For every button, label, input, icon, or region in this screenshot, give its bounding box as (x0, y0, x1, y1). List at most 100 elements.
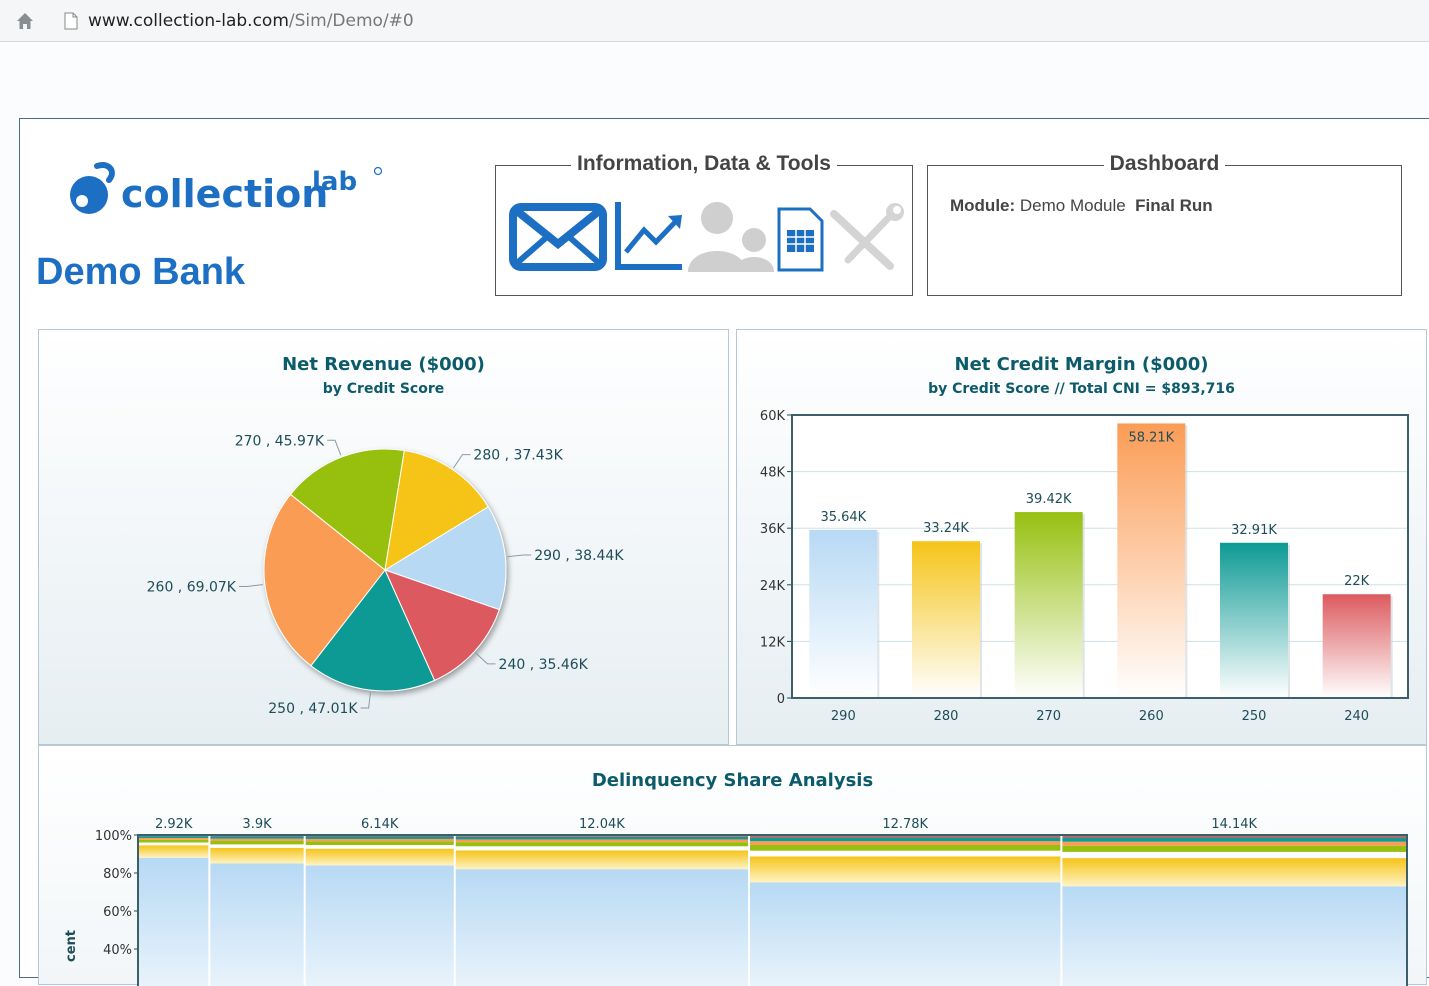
url-domain: www.collection-lab.com (88, 11, 289, 31)
module-label: Module: (950, 196, 1015, 215)
mekko-width-label: 2.92K (155, 817, 193, 832)
x-tick-label: 280 (934, 709, 959, 724)
tool-icons (496, 166, 914, 297)
flask-icon (70, 165, 112, 214)
mekko-segment (138, 858, 209, 986)
x-tick-label: 250 (1242, 709, 1267, 724)
mekko-segment (209, 864, 304, 986)
browser-address-bar: www.collection-lab.com/Sim/Demo/#0 (0, 0, 1429, 42)
pie-label-250: 250 , 47.01K (268, 701, 358, 717)
mekko-segment (455, 837, 749, 840)
x-tick-label: 290 (831, 709, 856, 724)
pie-leader-270 (327, 440, 341, 455)
mekko-segment (305, 837, 455, 839)
y-tick-label: 0 (777, 692, 785, 707)
delinquency-panel: Delinquency Share Analysis 100%80%60%40%… (38, 745, 1427, 985)
mail-icon[interactable] (513, 207, 603, 267)
run-label: Final Run (1135, 196, 1212, 215)
bank-name: Demo Bank (36, 251, 245, 294)
mekko-segment (455, 846, 749, 850)
module-info: Module: Demo Module Final Run (950, 196, 1213, 216)
bar-value-label: 32.91K (1231, 523, 1277, 538)
dashboard-panel: Dashboard Module: Demo Module Final Run (927, 165, 1402, 296)
url-text[interactable]: www.collection-lab.com/Sim/Demo/#0 (88, 11, 414, 31)
mekko-segment (1061, 842, 1407, 846)
mekko-segment (749, 883, 1061, 986)
dashboard-frame: collection lab Demo Bank Information, Da… (19, 118, 1429, 978)
tools-icon[interactable] (834, 203, 904, 266)
registered-mark (375, 168, 382, 175)
logo-text: collection (121, 172, 328, 216)
mekko-segment (305, 839, 455, 841)
chart-icon[interactable] (618, 202, 682, 267)
y-tick-label: 48K (760, 466, 786, 481)
pie-leader-260 (239, 585, 263, 587)
mekko-segment (305, 841, 455, 845)
pie-leader-290 (507, 555, 531, 557)
users-icon[interactable] (688, 202, 774, 272)
mekko-segment (138, 838, 209, 840)
logo-superscript: lab (312, 167, 357, 197)
mekko-segment (1061, 886, 1407, 986)
y-tick-label: 80% (103, 867, 132, 882)
home-icon[interactable] (16, 12, 34, 30)
module-value: Demo Module (1020, 196, 1126, 215)
mekko-segment (455, 850, 749, 869)
mekko-segment (209, 836, 304, 838)
net-credit-margin-panel: Net Credit Margin ($000) by Credit Score… (736, 329, 1427, 745)
y-tick-label: 12K (760, 635, 786, 650)
pie-label-280: 280 , 37.43K (473, 448, 563, 464)
mekko-width-label: 3.9K (242, 817, 272, 832)
mekko-segment (209, 848, 304, 864)
mekko-segment (209, 839, 304, 841)
pie-leader-280 (454, 455, 471, 468)
mekko-segment (455, 869, 749, 986)
mekko-segment (749, 841, 1061, 845)
pie-label-260: 260 , 69.07K (147, 579, 237, 595)
pie-label-290: 290 , 38.44K (534, 548, 624, 564)
y-tick-label: 60K (760, 409, 786, 424)
net-credit-margin-bar-chart: 0 12K 24K 36K 48K 60K 35.64K 290 33.24K 280 39.42K… (737, 330, 1426, 744)
collectionlab-logo[interactable]: collection lab (67, 160, 397, 220)
bar-value-label: 39.42K (1026, 492, 1072, 507)
y-tick-label: 60% (103, 905, 132, 920)
mekko-segment (305, 845, 455, 849)
bar-value-label: 35.64K (820, 510, 866, 525)
pie-leader-250 (361, 692, 371, 708)
net-revenue-panel: Net Revenue ($000) by Credit Score 290 ,… (38, 329, 729, 745)
pie-label-240: 240 , 35.46K (499, 657, 589, 673)
bar-value-label: 33.24K (923, 521, 969, 536)
bar-240 (1323, 594, 1391, 698)
bar-value-label: 58.21K (1128, 430, 1174, 445)
mekko-width-label: 6.14K (361, 817, 399, 832)
plot-area (792, 415, 1408, 698)
info-tools-panel: Information, Data & Tools (495, 165, 913, 296)
mekko-segment (1061, 846, 1407, 852)
y-axis-label: cent (64, 930, 79, 962)
bar-260 (1117, 423, 1185, 698)
bar-250 (1220, 543, 1288, 698)
y-tick-label: 100% (95, 829, 132, 844)
y-tick-label: 36K (760, 522, 786, 537)
mekko-segment (1061, 858, 1407, 886)
bar-280 (912, 541, 980, 698)
pie-label-270: 270 , 45.97K (235, 433, 325, 449)
mekko-width-label: 12.78K (882, 817, 928, 832)
mekko-segment (305, 865, 455, 986)
bar-290 (809, 530, 877, 698)
mekko-segment (138, 836, 209, 838)
mekko-segment (749, 851, 1061, 857)
mekko-segment (455, 839, 749, 842)
mekko-width-label: 14.14K (1211, 817, 1257, 832)
mekko-segment (1061, 838, 1407, 842)
mekko-segment (749, 856, 1061, 882)
x-tick-label: 260 (1139, 709, 1164, 724)
net-revenue-pie-chart: 290 , 38.44K 240 , 35.46K 250 , 47.01K 260 … (39, 330, 728, 744)
mekko-segment (138, 843, 209, 846)
mekko-segment (749, 837, 1061, 841)
spreadsheet-icon[interactable] (779, 209, 822, 270)
mekko-segment (455, 842, 749, 846)
dashboard-title: Dashboard (1104, 152, 1226, 175)
delinquency-mekko-chart: 100%80%60%40%cent2.92K3.9K6.14K12.04K12.… (39, 746, 1426, 986)
y-tick-label: 24K (760, 579, 786, 594)
